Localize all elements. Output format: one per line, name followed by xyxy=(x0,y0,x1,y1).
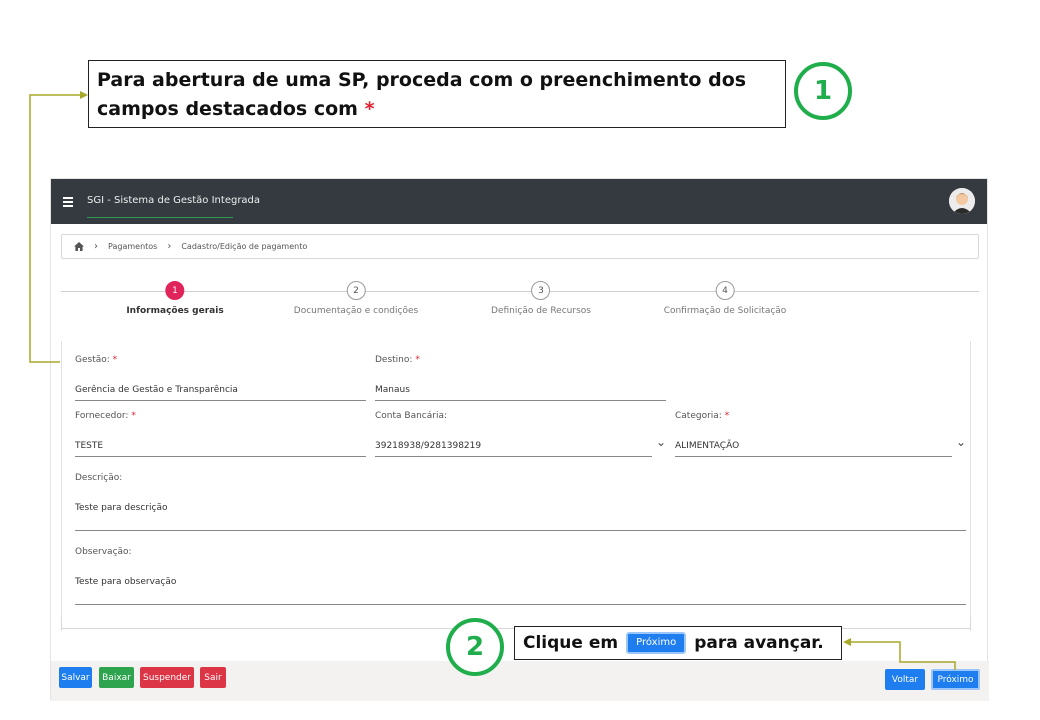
step-documentacao[interactable]: 2 Documentação e condições xyxy=(294,281,418,316)
descricao-textarea[interactable]: Teste para descrição xyxy=(75,503,966,531)
step-number: 2 xyxy=(346,281,366,300)
categoria-value: ALIMENTAÇÃO xyxy=(675,441,740,451)
step-confirmacao[interactable]: 4 Confirmação de Solicitação xyxy=(663,281,787,316)
destino-label-text: Destino: xyxy=(375,355,413,365)
fornecedor-input[interactable]: TESTE xyxy=(75,441,366,457)
callout-2-prefix: Clique em xyxy=(523,633,619,653)
step-informacoes-gerais[interactable]: 1 Informações gerais xyxy=(126,281,224,316)
home-icon[interactable] xyxy=(74,242,84,251)
app-window: SGI - Sistema de Gestão Integrada › Paga… xyxy=(50,178,989,701)
destino-input[interactable]: Manaus xyxy=(375,385,666,401)
observacao-field[interactable]: Observação: Teste para observação xyxy=(75,547,966,605)
sair-button[interactable]: Sair xyxy=(200,667,226,688)
step-number: 3 xyxy=(531,281,551,300)
observacao-label: Observação: xyxy=(75,547,132,557)
gestao-field[interactable]: Gestão: * Gerência de Gestão e Transparê… xyxy=(75,355,366,401)
gestao-input[interactable]: Gerência de Gestão e Transparência xyxy=(75,385,366,401)
form-card: Gestão: * Gerência de Gestão e Transparê… xyxy=(61,341,971,631)
categoria-label-text: Categoria: xyxy=(675,411,722,421)
app-title: SGI - Sistema de Gestão Integrada xyxy=(87,195,260,218)
breadcrumb-item-cadastro: Cadastro/Edição de pagamento xyxy=(181,242,308,251)
categoria-field[interactable]: Categoria: * ALIMENTAÇÃO ⌄ xyxy=(675,411,966,457)
step-label: Definição de Recursos xyxy=(491,306,591,316)
chevron-down-icon[interactable]: ⌄ xyxy=(656,435,666,449)
salvar-button[interactable]: Salvar xyxy=(59,667,92,688)
destino-field[interactable]: Destino: * Manaus xyxy=(375,355,666,401)
required-asterisk: * xyxy=(724,411,730,421)
wizard-stepper: 1 Informações gerais 2 Documentação e co… xyxy=(61,281,979,321)
proximo-button[interactable]: Próximo xyxy=(931,669,980,690)
callout-1-text: Para abertura de uma SP, proceda com o p… xyxy=(97,69,747,120)
hamburger-icon[interactable] xyxy=(63,195,73,209)
fornecedor-label-text: Fornecedor: xyxy=(75,411,129,421)
callout-number-2: 2 xyxy=(446,618,504,676)
descricao-label: Descrição: xyxy=(75,473,123,483)
suspender-button[interactable]: Suspender xyxy=(140,667,194,688)
breadcrumb-separator-icon: › xyxy=(94,241,98,252)
conta-bancaria-field[interactable]: Conta Bancária: 39218938/9281398219 ⌄ xyxy=(375,411,666,457)
instruction-callout-1: Para abertura de uma SP, proceda com o p… xyxy=(88,60,786,128)
step-definicao-recursos[interactable]: 3 Definição de Recursos xyxy=(491,281,591,316)
required-asterisk: * xyxy=(415,355,420,365)
conta-bancaria-label: Conta Bancária: xyxy=(375,411,448,421)
chevron-down-icon[interactable]: ⌄ xyxy=(956,435,966,449)
callout-2-suffix: para avançar. xyxy=(694,633,824,653)
voltar-button[interactable]: Voltar xyxy=(885,669,925,690)
fornecedor-field[interactable]: Fornecedor: * TESTE xyxy=(75,411,366,457)
breadcrumb-item-pagamentos[interactable]: Pagamentos xyxy=(108,242,157,251)
conta-bancaria-select[interactable]: 39218938/9281398219 ⌄ xyxy=(375,435,666,457)
conta-bancaria-value: 39218938/9281398219 xyxy=(375,441,482,451)
instruction-callout-2: Clique em Próximo para avançar. xyxy=(514,626,842,660)
descricao-field[interactable]: Descrição: Teste para descrição xyxy=(75,473,966,531)
user-avatar-icon[interactable] xyxy=(949,188,975,214)
observacao-textarea[interactable]: Teste para observação xyxy=(75,577,966,605)
categoria-select[interactable]: ALIMENTAÇÃO ⌄ xyxy=(675,435,966,457)
breadcrumb: › Pagamentos › Cadastro/Edição de pagame… xyxy=(61,234,979,259)
arrow-head-1-icon xyxy=(80,91,88,99)
step-number: 1 xyxy=(165,281,185,300)
inline-proximo-badge: Próximo xyxy=(626,632,687,654)
step-label: Documentação e condições xyxy=(293,306,419,316)
required-asterisk: * xyxy=(112,355,118,365)
required-asterisk: * xyxy=(131,411,136,421)
action-footer: Salvar Baixar Suspender Sair Voltar Próx… xyxy=(51,661,989,701)
gestao-label-text: Gestão: xyxy=(75,355,110,365)
step-label: Informações gerais xyxy=(126,306,224,316)
destino-label: Destino: * xyxy=(375,355,666,365)
top-navbar: SGI - Sistema de Gestão Integrada xyxy=(51,179,987,224)
fornecedor-label: Fornecedor: * xyxy=(75,411,366,421)
callout-number-1: 1 xyxy=(794,62,852,120)
step-number: 4 xyxy=(715,281,735,300)
required-asterisk: * xyxy=(364,98,375,120)
step-label: Confirmação de Solicitação xyxy=(663,306,787,316)
categoria-label: Categoria: * xyxy=(675,411,952,421)
gestao-label: Gestão: * xyxy=(75,355,366,365)
breadcrumb-separator-icon: › xyxy=(167,241,172,252)
baixar-button[interactable]: Baixar xyxy=(99,667,134,688)
